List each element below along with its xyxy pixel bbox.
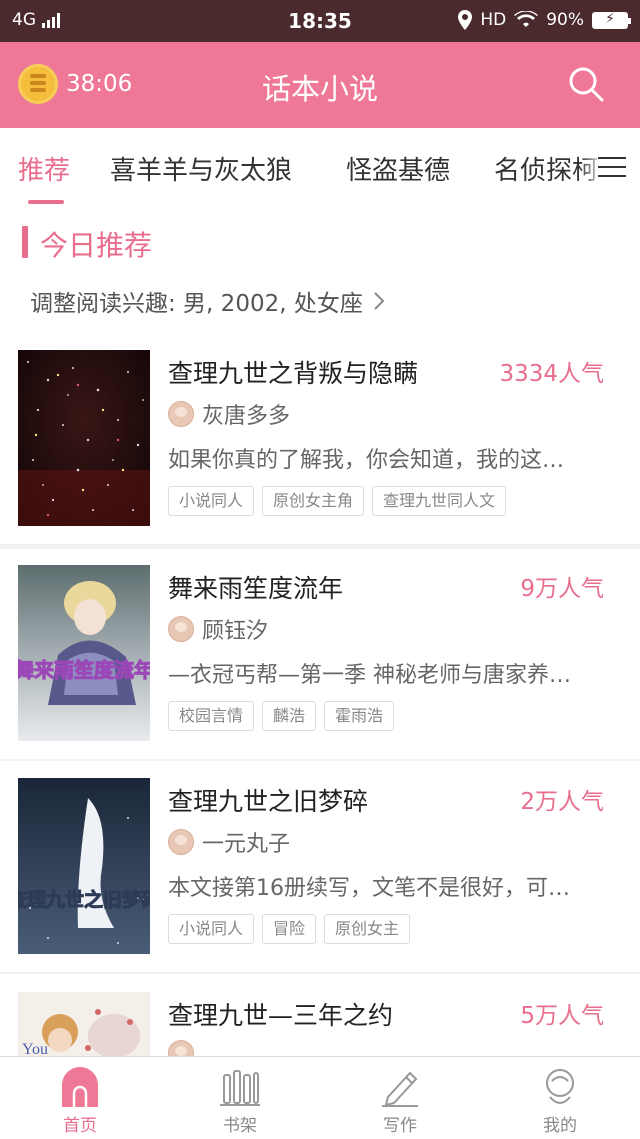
bottom-nav: 首页 书架 写作 我的 [0, 1056, 640, 1139]
section-accent-bar [22, 226, 28, 258]
pencil-icon [382, 1071, 418, 1107]
book-author: 顾钰汐 [202, 619, 269, 644]
nav-home-label: 首页 [63, 1116, 97, 1136]
svg-text:You: You [22, 1041, 48, 1056]
tab-kaitou-kid[interactable]: 怪盗基德 [346, 150, 450, 187]
book-cover [18, 350, 150, 526]
book-tag: 小说同人 [168, 486, 255, 516]
book-tag: 麟浩 [262, 701, 317, 731]
book-item[interactable]: 查理九世之背叛与隐瞒 3334人气 灰唐多多 如果你真的了解我，你会知道，我的这… [0, 338, 640, 548]
battery-percent: 90% [546, 10, 584, 30]
book-tag: 查理九世同人文 [372, 486, 507, 516]
section-heading: 今日推荐 [40, 229, 153, 262]
author-avatar [168, 1040, 194, 1056]
book-description: 本文接第16册续写，文笔不是很好，可… [168, 876, 570, 901]
hd-label: HD [480, 10, 507, 30]
divider [0, 544, 640, 549]
nav-bookshelf[interactable]: 书架 [160, 1057, 320, 1139]
tab-menu-icon[interactable] [580, 128, 640, 208]
nav-mine[interactable]: 我的 [480, 1057, 640, 1139]
search-icon[interactable] [566, 64, 606, 104]
nav-mine-label: 我的 [543, 1116, 577, 1136]
book-title: 查理九世之背叛与隐瞒 [168, 359, 419, 388]
app-title: 话本小说 [261, 72, 378, 106]
interest-text: 调整阅读兴趣: 男, 2002, 处女座 [30, 291, 363, 317]
adjust-interest-link[interactable]: 调整阅读兴趣: 男, 2002, 处女座 [30, 284, 385, 318]
book-author: 灰唐多多 [202, 404, 291, 429]
category-tabs: 推荐 喜羊羊与灰太狼 怪盗基德 名侦探柯 [0, 128, 640, 209]
book-tag: 霍雨浩 [324, 701, 395, 731]
book-cover: You [18, 992, 150, 1056]
location-icon [458, 10, 473, 30]
nav-bookshelf-label: 书架 [223, 1116, 257, 1136]
book-cover: 舞来雨笙度流年 [18, 565, 150, 741]
today-recommend-section: 今日推荐 调整阅读兴趣: 男, 2002, 处女座 [0, 208, 640, 338]
book-item[interactable]: 查理九世之旧梦碎 查理九世之旧梦碎 2万人气 一元丸子 本文接第16册续写，文笔… [0, 766, 640, 976]
book-popularity: 9万人气 [520, 576, 604, 602]
author-avatar [168, 401, 194, 427]
book-description: 如果你真的了解我，你会知道，我的这… [168, 448, 565, 473]
wifi-icon [514, 11, 539, 27]
author-avatar [168, 616, 194, 642]
book-tags: 小说同人 冒险 原创女主 [168, 914, 411, 944]
cover-title: 舞来雨笙度流年 [18, 658, 150, 682]
nav-write-label: 写作 [383, 1116, 417, 1136]
status-bar: 4G 18:35 HD 90% ⚡ [0, 0, 640, 42]
book-title: 舞来雨笙度流年 [168, 574, 344, 603]
book-author: 一元丸子 [202, 832, 291, 857]
battery-icon: ⚡ [592, 11, 631, 29]
book-popularity: 3334人气 [499, 361, 604, 387]
app-header: 38:06 话本小说 [0, 42, 640, 128]
tab-recommend[interactable]: 推荐 [18, 150, 70, 187]
divider [0, 972, 640, 974]
book-item[interactable]: You 查理九世—三年之约 5万人气 [0, 980, 640, 1056]
bookshelf-icon [220, 1070, 260, 1106]
book-item[interactable]: 舞来雨笙度流年 舞来雨笙度流年 9万人气 顾钰汐 —衣冠丐帮—第一季 神秘老师与… [0, 553, 640, 763]
book-cover: 查理九世之旧梦碎 [18, 778, 150, 954]
book-popularity: 2万人气 [520, 789, 604, 815]
book-tag: 原创女主 [324, 914, 411, 944]
book-tag: 校园言情 [168, 701, 255, 731]
book-tag: 小说同人 [168, 914, 255, 944]
book-title: 查理九世之旧梦碎 [168, 787, 369, 816]
cover-title: 查理九世之旧梦碎 [18, 888, 150, 911]
nav-write[interactable]: 写作 [320, 1057, 480, 1139]
book-tags: 小说同人 原创女主角 查理九世同人文 [168, 486, 507, 516]
tab-xiyangyang[interactable]: 喜羊羊与灰太狼 [110, 150, 292, 187]
book-tags: 校园言情 麟浩 霍雨浩 [168, 701, 395, 731]
book-title: 查理九世—三年之约 [168, 1001, 394, 1030]
divider [0, 759, 640, 761]
active-tab-indicator [28, 200, 64, 204]
book-tag: 原创女主角 [262, 486, 365, 516]
book-description: —衣冠丐帮—第一季 神秘老师与唐家养… [168, 663, 571, 688]
home-icon [62, 1067, 98, 1107]
profile-icon [546, 1069, 574, 1104]
author-avatar [168, 829, 194, 855]
nav-home[interactable]: 首页 [0, 1057, 160, 1139]
chevron-right-icon [374, 292, 385, 310]
book-tag: 冒险 [262, 914, 317, 944]
book-popularity: 5万人气 [520, 1003, 604, 1029]
